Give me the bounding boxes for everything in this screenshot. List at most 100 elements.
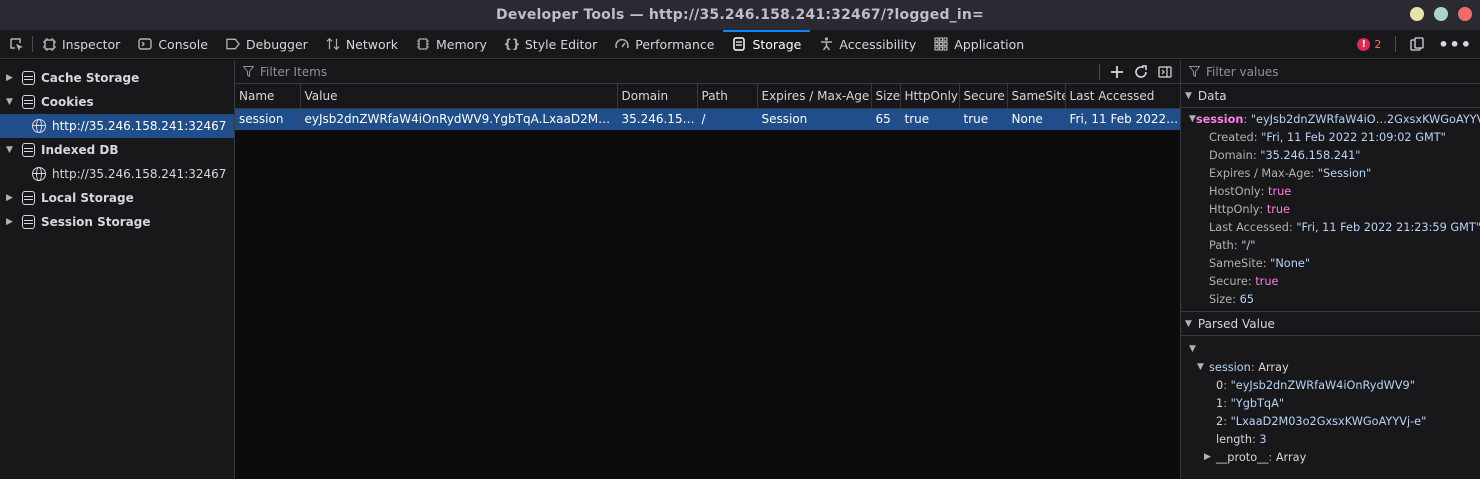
data-row-path[interactable]: Path: "/" [1181, 236, 1480, 254]
column-header-httponly[interactable]: HttpOnly [900, 84, 960, 109]
console-icon [138, 37, 153, 51]
application-icon [934, 37, 948, 51]
tree-item-cache-storage[interactable]: ▶ Cache Storage [0, 66, 234, 90]
column-header-value[interactable]: Value [300, 84, 618, 109]
cell-size[interactable]: 65 [871, 108, 901, 130]
data-row-domain[interactable]: Domain: "35.246.158.241" [1181, 146, 1480, 164]
twisty-collapsed-icon[interactable]: ▶ [6, 193, 18, 203]
add-item-icon[interactable] [1110, 65, 1124, 79]
session-value: "eyJsb2dnZWRfaW4iO…2GxsxKWGoAYYVj-e" [1250, 112, 1480, 126]
tree-item-label: Session Storage [41, 215, 151, 229]
parsed-item-row[interactable]: 1: "YgbTqA" [1181, 394, 1480, 412]
cell-domain[interactable]: 35.246.158.241 [617, 108, 698, 130]
tab-accessibility[interactable]: Accessibility [810, 30, 925, 58]
filter-values-input[interactable]: Filter values [1206, 65, 1279, 79]
column-header-expires[interactable]: Expires / Max-Age [757, 84, 872, 109]
tab-label: Accessibility [839, 36, 917, 52]
table-row[interactable]: session eyJsb2dnZWRfaW4iOnRydWV9.YgbTqA.… [235, 108, 1180, 130]
session-row[interactable]: ▼ session: "eyJsb2dnZWRfaW4iO…2GxsxKWGoAY… [1181, 110, 1480, 128]
tab-label: Network [345, 36, 399, 52]
tree-item-indexed-db-origin[interactable]: http://35.246.158.241:32467 [0, 162, 234, 186]
tab-inspector[interactable]: Inspector [33, 30, 129, 58]
tab-performance[interactable]: Performance [606, 30, 723, 58]
tree-item-local-storage[interactable]: ▶ Local Storage [0, 186, 234, 210]
more-options-icon[interactable]: ••• [1438, 35, 1472, 54]
column-header-samesite[interactable]: SameSite [1007, 84, 1066, 109]
minimize-button[interactable] [1410, 7, 1424, 21]
tab-console[interactable]: Console [129, 30, 217, 58]
parsed-value-section-header[interactable]: ▼ Parsed Value [1181, 312, 1480, 336]
cell-httponly[interactable]: true [900, 108, 960, 130]
twisty-expanded-icon[interactable]: ▼ [6, 145, 18, 155]
data-section-header[interactable]: ▼ Data [1181, 84, 1480, 108]
cell-name[interactable]: session [235, 108, 301, 130]
parsed-session-row[interactable]: ▼ session: Array [1181, 358, 1480, 376]
parsed-item-row[interactable]: 0: "eyJsb2dnZWRfaW4iOnRydWV9" [1181, 376, 1480, 394]
field-key: Size [1209, 292, 1233, 306]
colon: : [1223, 378, 1231, 392]
cell-path[interactable]: / [697, 108, 758, 130]
close-window-button[interactable] [1458, 7, 1472, 21]
cell-value[interactable]: eyJsb2dnZWRfaW4iOnRydWV9.YgbTqA.LxaaD2M0… [300, 108, 618, 130]
data-row-samesite[interactable]: SameSite: "None" [1181, 254, 1480, 272]
parsed-item-key: 0 [1216, 378, 1224, 392]
storage-tree: ▶ Cache Storage ▼ Cookies http://35.246.15… [0, 60, 235, 479]
column-header-last-accessed[interactable]: Last Accessed [1065, 84, 1180, 109]
error-count-badge[interactable]: ! 2 [1357, 37, 1381, 51]
dock-options-icon[interactable] [1410, 37, 1424, 51]
twisty-collapsed-icon[interactable]: ▶ [6, 217, 18, 227]
tree-item-indexed-db[interactable]: ▼ Indexed DB [0, 138, 234, 162]
data-section-title: Data [1197, 88, 1227, 103]
colon: : [1259, 202, 1267, 216]
twisty-expanded-icon: ▼ [1185, 318, 1192, 329]
parsed-root-row[interactable]: ▼ [1181, 340, 1480, 358]
data-row-size[interactable]: Size: 65 [1181, 290, 1480, 308]
maximize-button[interactable] [1434, 7, 1448, 21]
field-key: Created [1209, 130, 1254, 144]
twisty-collapsed-icon[interactable]: ▶ [6, 73, 18, 83]
column-header-path[interactable]: Path [697, 84, 758, 109]
parsed-proto-row[interactable]: ▶ __proto__: Array [1181, 448, 1480, 466]
data-row-created[interactable]: Created: "Fri, 11 Feb 2022 21:09:02 GMT" [1181, 128, 1480, 146]
element-picker-button[interactable] [0, 30, 32, 58]
data-row-httponly[interactable]: HttpOnly: true [1181, 200, 1480, 218]
session-key: session [1195, 112, 1244, 126]
style-editor-icon: {} [503, 37, 521, 51]
column-header-size[interactable]: Size [871, 84, 901, 109]
tab-label: Performance [635, 36, 715, 52]
cell-last-accessed[interactable]: Fri, 11 Feb 2022 21:23:59 GMT [1065, 108, 1180, 130]
tab-network[interactable]: Network [317, 30, 407, 58]
refresh-icon[interactable] [1134, 64, 1148, 79]
filter-items-input[interactable]: Filter Items [260, 65, 327, 79]
toggle-sidebar-icon[interactable] [1158, 65, 1172, 79]
data-row-secure[interactable]: Secure: true [1181, 272, 1480, 290]
tab-label: Storage [752, 36, 802, 52]
colon: : [1310, 166, 1318, 180]
tree-item-cookies-origin[interactable]: http://35.246.158.241:32467 [0, 114, 234, 138]
parsed-item-key: 2 [1216, 414, 1224, 428]
tree-item-label: Cache Storage [41, 71, 140, 85]
tree-item-session-storage[interactable]: ▶ Session Storage [0, 210, 234, 234]
data-row-hostonly[interactable]: HostOnly: true [1181, 182, 1480, 200]
twisty-expanded-icon[interactable]: ▼ [6, 97, 18, 107]
tab-storage[interactable]: Storage [723, 30, 811, 58]
parsed-item-value: "LxaaD2M03o2GxsxKWGoAYYVj-e" [1230, 414, 1427, 428]
tab-debugger[interactable]: Debugger [217, 30, 317, 58]
tab-style-editor[interactable]: {} Style Editor [496, 30, 606, 58]
tab-application[interactable]: Application [925, 30, 1033, 58]
cell-samesite[interactable]: None [1007, 108, 1066, 130]
tree-item-label: Cookies [41, 95, 94, 109]
globe-icon [32, 119, 46, 133]
data-row-expires[interactable]: Expires / Max-Age: "Session" [1181, 164, 1480, 182]
column-header-domain[interactable]: Domain [617, 84, 698, 109]
cell-expires[interactable]: Session [757, 108, 872, 130]
parsed-length-row[interactable]: length: 3 [1181, 430, 1480, 448]
column-header-secure[interactable]: Secure [959, 84, 1008, 109]
column-header-name[interactable]: Name [235, 84, 301, 109]
data-row-last-accessed[interactable]: Last Accessed: "Fri, 11 Feb 2022 21:23:5… [1181, 218, 1480, 236]
parsed-item-row[interactable]: 2: "LxaaD2M03o2GxsxKWGoAYYVj-e" [1181, 412, 1480, 430]
cell-secure[interactable]: true [959, 108, 1008, 130]
parsed-item-key: 1 [1216, 396, 1224, 410]
tab-memory[interactable]: Memory [407, 30, 496, 58]
tree-item-cookies[interactable]: ▼ Cookies [0, 90, 234, 114]
